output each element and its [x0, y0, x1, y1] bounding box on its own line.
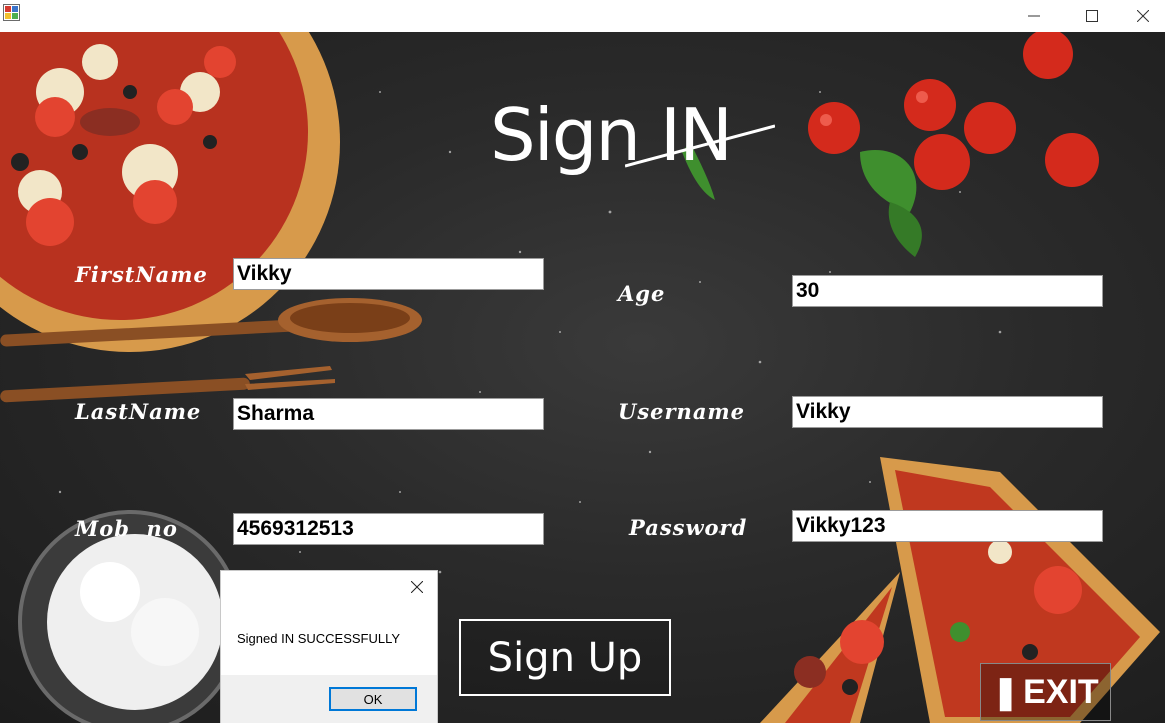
mobile-number-field[interactable]: 4569312513 — [233, 513, 544, 545]
password-field[interactable]: Vikky123 — [792, 510, 1103, 542]
exit-button[interactable]: ❚ EXIT — [980, 663, 1111, 721]
title-strike-decoration — [625, 124, 775, 168]
last-name-field[interactable]: Sharma — [233, 398, 544, 430]
close-icon — [411, 581, 423, 593]
age-field[interactable]: 30 — [792, 275, 1103, 307]
message-box-close-button[interactable] — [405, 575, 429, 599]
message-box-dialog: Signed IN SUCCESSFULLY OK — [220, 570, 438, 723]
close-button[interactable] — [1121, 0, 1165, 32]
window-title-bar — [0, 0, 1165, 32]
ok-button-label: OK — [363, 691, 383, 707]
message-box-text: Signed IN SUCCESSFULLY — [237, 631, 401, 646]
first-name-field[interactable]: Vikky — [233, 258, 544, 290]
maximize-button[interactable] — [1063, 0, 1121, 32]
signup-button[interactable]: Sign Up — [459, 619, 671, 696]
close-icon — [1137, 10, 1149, 22]
password-label: Password — [629, 515, 748, 540]
app-icon — [3, 4, 20, 21]
first-name-label: FirstName — [75, 262, 208, 287]
minimize-icon — [1028, 15, 1040, 17]
signin-form-canvas: Sign IN FirstName Vikky LastName Sharma … — [0, 32, 1165, 723]
maximize-icon — [1086, 10, 1098, 22]
signup-button-label: Sign Up — [487, 634, 643, 681]
last-name-label: LastName — [75, 399, 202, 424]
username-field[interactable]: Vikky — [792, 396, 1103, 428]
ok-button[interactable]: OK — [329, 687, 417, 711]
age-label: Age — [618, 281, 666, 306]
pizza-image — [0, 32, 340, 352]
message-box-footer: OK — [221, 675, 437, 723]
username-label: Username — [618, 399, 746, 424]
minimize-button[interactable] — [1005, 0, 1063, 32]
exit-button-label: EXIT — [1023, 672, 1099, 711]
exit-icon: ❚ — [992, 674, 1020, 710]
mobile-number-label: Mob no — [75, 516, 178, 541]
flour-bowl — [18, 510, 242, 723]
